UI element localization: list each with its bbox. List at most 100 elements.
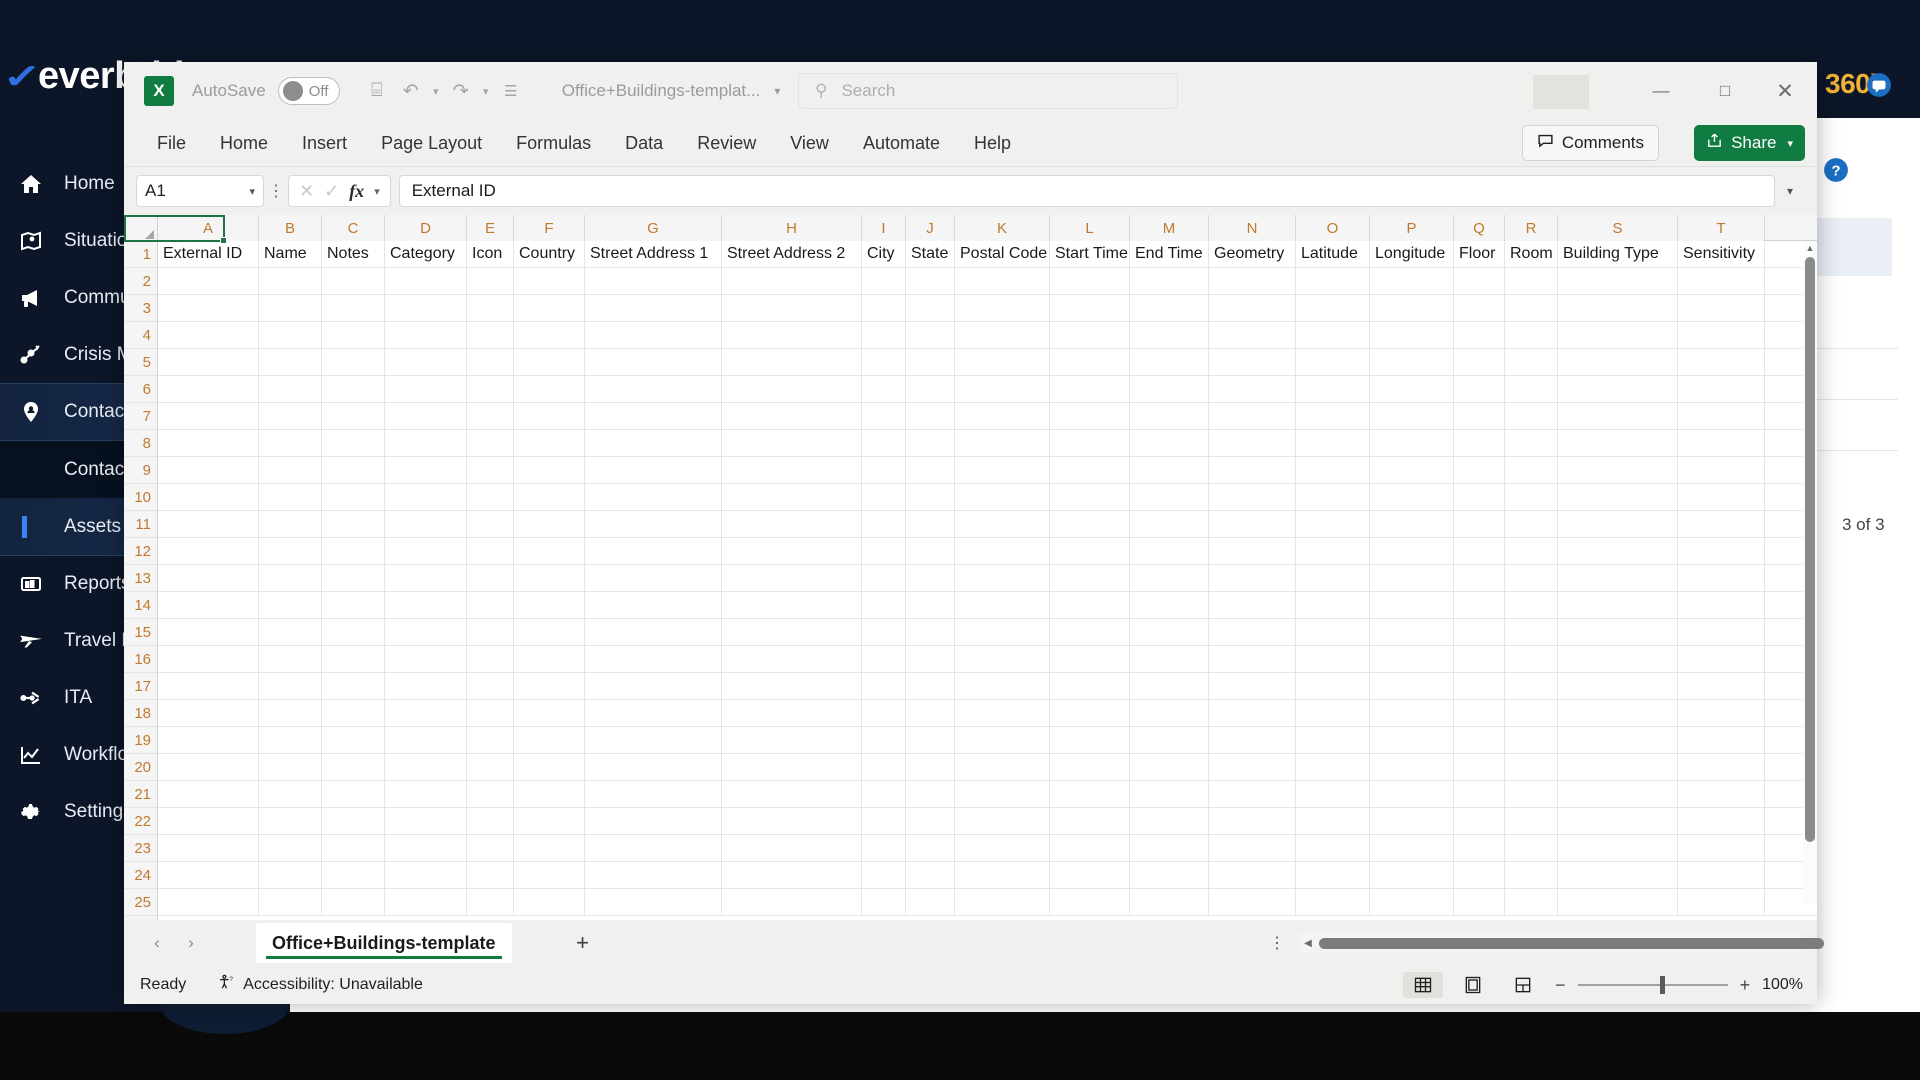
cell-T19[interactable] (1678, 727, 1765, 753)
cell-D15[interactable] (385, 619, 467, 645)
cell-I8[interactable] (862, 430, 906, 456)
cell-A20[interactable] (158, 754, 259, 780)
cell-N19[interactable] (1209, 727, 1296, 753)
cell-D8[interactable] (385, 430, 467, 456)
cell-G21[interactable] (585, 781, 722, 807)
cell-H21[interactable] (722, 781, 862, 807)
cell-B3[interactable] (259, 295, 322, 321)
tab-insert[interactable]: Insert (287, 128, 362, 159)
cell-O5[interactable] (1296, 349, 1370, 375)
cell-O11[interactable] (1296, 511, 1370, 537)
cell-T15[interactable] (1678, 619, 1765, 645)
cell-G20[interactable] (585, 754, 722, 780)
cell-E13[interactable] (467, 565, 514, 591)
cell-S9[interactable] (1558, 457, 1678, 483)
cell-J25[interactable] (906, 889, 955, 915)
cell-T12[interactable] (1678, 538, 1765, 564)
column-header-B[interactable]: B (259, 215, 322, 241)
tab-page-layout[interactable]: Page Layout (366, 128, 497, 159)
cell-Q15[interactable] (1454, 619, 1505, 645)
cell-G17[interactable] (585, 673, 722, 699)
cell-E2[interactable] (467, 268, 514, 294)
row-header-20[interactable]: 20 (124, 754, 157, 781)
cell-E5[interactable] (467, 349, 514, 375)
cell-F14[interactable] (514, 592, 585, 618)
column-header-J[interactable]: J (906, 215, 955, 241)
cell-C3[interactable] (322, 295, 385, 321)
cell-O16[interactable] (1296, 646, 1370, 672)
cell-D21[interactable] (385, 781, 467, 807)
cell-P9[interactable] (1370, 457, 1454, 483)
cell-G25[interactable] (585, 889, 722, 915)
cell-R18[interactable] (1505, 700, 1558, 726)
cell-G10[interactable] (585, 484, 722, 510)
cell-B4[interactable] (259, 322, 322, 348)
cell-F2[interactable] (514, 268, 585, 294)
cell-Q7[interactable] (1454, 403, 1505, 429)
cell-P7[interactable] (1370, 403, 1454, 429)
cell-K10[interactable] (955, 484, 1050, 510)
cell-P24[interactable] (1370, 862, 1454, 888)
zoom-slider-thumb[interactable] (1659, 976, 1665, 994)
cell-B5[interactable] (259, 349, 322, 375)
cell-E15[interactable] (467, 619, 514, 645)
cell-D23[interactable] (385, 835, 467, 861)
cell-N4[interactable] (1209, 322, 1296, 348)
cell-O21[interactable] (1296, 781, 1370, 807)
cell-C14[interactable] (322, 592, 385, 618)
cell-N25[interactable] (1209, 889, 1296, 915)
cell-D7[interactable] (385, 403, 467, 429)
cell-C16[interactable] (322, 646, 385, 672)
scroll-left-icon[interactable]: ◀ (1299, 938, 1317, 949)
cell-F11[interactable] (514, 511, 585, 537)
cell-G13[interactable] (585, 565, 722, 591)
cell-J11[interactable] (906, 511, 955, 537)
cell-R17[interactable] (1505, 673, 1558, 699)
normal-view-button[interactable] (1403, 972, 1443, 998)
cell-B20[interactable] (259, 754, 322, 780)
cell-P19[interactable] (1370, 727, 1454, 753)
cell-J19[interactable] (906, 727, 955, 753)
cell-H8[interactable] (722, 430, 862, 456)
cell-C19[interactable] (322, 727, 385, 753)
cell-N21[interactable] (1209, 781, 1296, 807)
cell-D18[interactable] (385, 700, 467, 726)
formula-input[interactable]: External ID (398, 175, 1775, 207)
cell-B10[interactable] (259, 484, 322, 510)
cell-F9[interactable] (514, 457, 585, 483)
cell-G24[interactable] (585, 862, 722, 888)
row-header-22[interactable]: 22 (124, 808, 157, 835)
cell-K12[interactable] (955, 538, 1050, 564)
cell-Q17[interactable] (1454, 673, 1505, 699)
cell-E19[interactable] (467, 727, 514, 753)
cell-I19[interactable] (862, 727, 906, 753)
undo-icon[interactable]: ↶ (394, 74, 428, 108)
name-box-dropdown-icon[interactable]: ▾ (249, 185, 255, 198)
cell-S6[interactable] (1558, 376, 1678, 402)
cell-R6[interactable] (1505, 376, 1558, 402)
cell-O3[interactable] (1296, 295, 1370, 321)
cell-M7[interactable] (1130, 403, 1209, 429)
cell-G18[interactable] (585, 700, 722, 726)
cell-O23[interactable] (1296, 835, 1370, 861)
cell-N23[interactable] (1209, 835, 1296, 861)
row-header-18[interactable]: 18 (124, 700, 157, 727)
cell-S21[interactable] (1558, 781, 1678, 807)
cell-P15[interactable] (1370, 619, 1454, 645)
cell-M15[interactable] (1130, 619, 1209, 645)
cell-C2[interactable] (322, 268, 385, 294)
cell-P5[interactable] (1370, 349, 1454, 375)
redo-dropdown-icon[interactable]: ▾ (478, 85, 494, 98)
cell-S17[interactable] (1558, 673, 1678, 699)
cell-S20[interactable] (1558, 754, 1678, 780)
cell-M22[interactable] (1130, 808, 1209, 834)
row-header-10[interactable]: 10 (124, 484, 157, 511)
cell-R25[interactable] (1505, 889, 1558, 915)
cell-Q3[interactable] (1454, 295, 1505, 321)
cell-D25[interactable] (385, 889, 467, 915)
cell-T3[interactable] (1678, 295, 1765, 321)
cell-F21[interactable] (514, 781, 585, 807)
cell-M3[interactable] (1130, 295, 1209, 321)
cell-G16[interactable] (585, 646, 722, 672)
cell-B19[interactable] (259, 727, 322, 753)
